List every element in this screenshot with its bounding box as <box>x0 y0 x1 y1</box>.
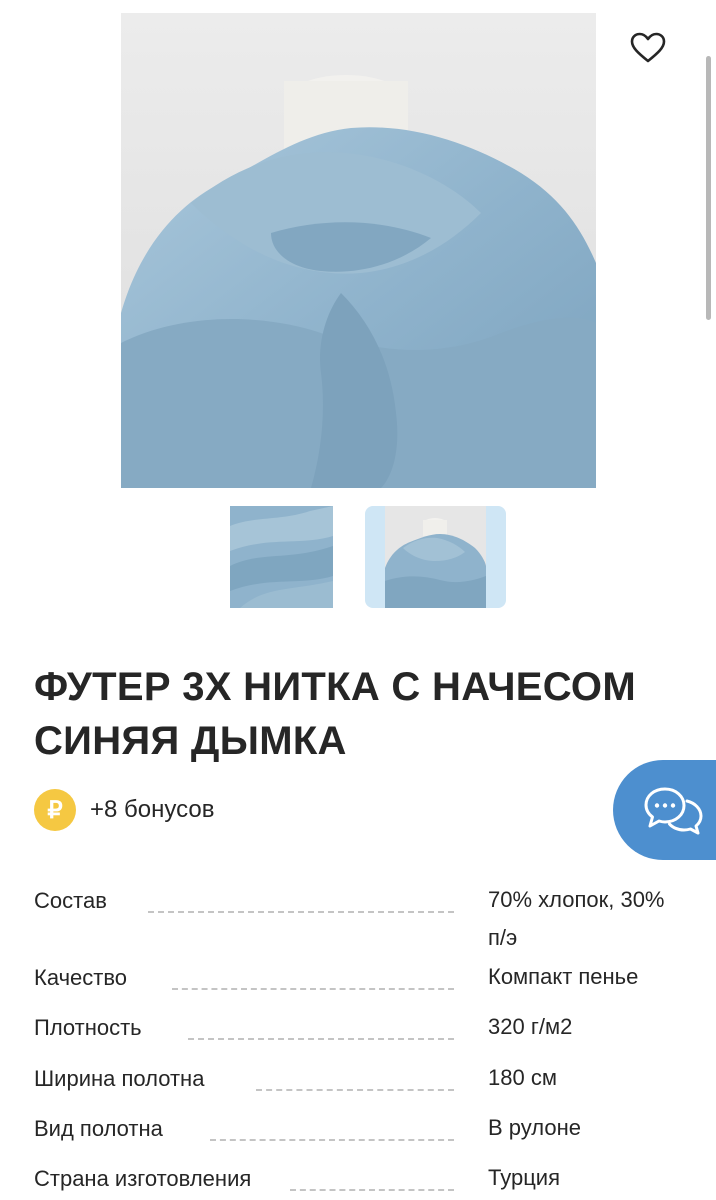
bonus-text: +8 бонусов <box>90 796 215 823</box>
product-main-image[interactable] <box>121 13 596 488</box>
spec-dots <box>256 1089 454 1091</box>
favorite-button[interactable] <box>628 30 668 66</box>
spec-key: Состав <box>34 888 107 913</box>
spec-dots <box>148 911 454 913</box>
spec-key: Страна изготовления <box>34 1166 252 1191</box>
spec-key: Ширина полотна <box>34 1066 205 1091</box>
spec-value: В рулоне <box>488 1115 581 1140</box>
thumbnail-1[interactable] <box>230 506 333 608</box>
spec-dots <box>172 988 454 990</box>
product-title: ФУТЕР 3Х НИТКА С НАЧЕСОМ СИНЯЯ ДЫМКА <box>34 665 636 763</box>
spec-dots <box>188 1038 454 1040</box>
spec-value: 70% хлопок, 30% п/э <box>488 887 665 950</box>
chat-bubbles-icon <box>644 787 703 835</box>
chat-button[interactable] <box>613 760 716 860</box>
spec-key: Плотность <box>34 1015 142 1040</box>
thumbnail-2[interactable] <box>365 506 506 608</box>
spec-key: Качество <box>34 965 128 990</box>
spec-key: Вид полотна <box>34 1116 163 1141</box>
ruble-coin-icon: ₽ <box>34 789 76 831</box>
spec-value: 320 г/м2 <box>488 1014 573 1039</box>
spec-value: 180 см <box>488 1065 557 1090</box>
heart-outline-icon <box>630 32 666 63</box>
spec-dots <box>290 1189 454 1191</box>
spec-value: Компакт пенье <box>488 964 639 989</box>
page-scrollbar[interactable] <box>706 56 711 320</box>
spec-dots <box>210 1139 454 1141</box>
bonus-info: ₽ +8 бонусов <box>34 788 214 832</box>
spec-value: Турция <box>488 1165 560 1190</box>
